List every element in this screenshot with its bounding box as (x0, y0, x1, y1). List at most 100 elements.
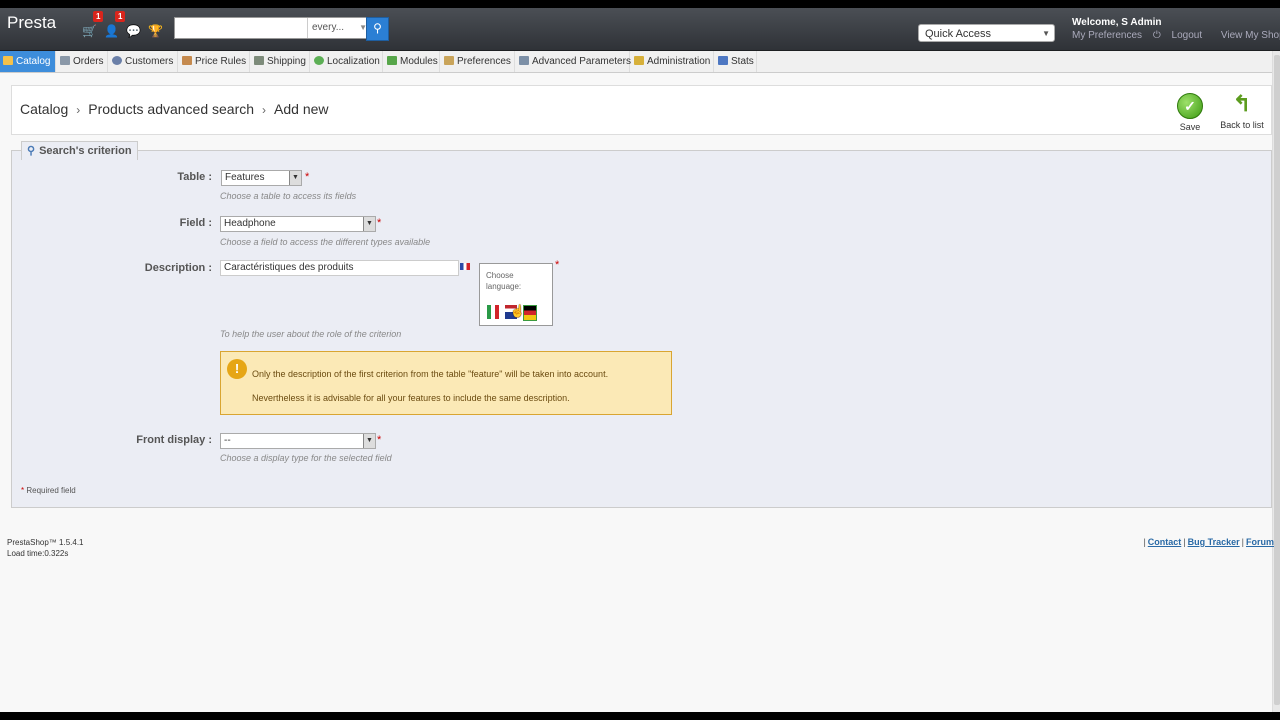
back-label: Back to list (1220, 120, 1264, 130)
trophy-icon[interactable]: 🏆 (148, 24, 163, 38)
description-hint: To help the user about the role of the c… (220, 329, 402, 339)
fieldset-legend: ⚲ Search's criterion (21, 141, 138, 160)
footer-version: PrestaShop™ 1.5.4.1 (7, 538, 84, 547)
messages-icon[interactable]: 💬 (126, 24, 141, 38)
header-links: My Preferences ⏻ Logout View My Shop (1072, 30, 1280, 41)
puzzle-icon (387, 56, 397, 65)
chevron-right-icon: › (76, 103, 81, 117)
search-icon: ⚲ (27, 145, 36, 157)
page-toolbar: Catalog › Products advanced search › Add new… (11, 85, 1272, 135)
german-flag-icon[interactable] (523, 305, 537, 321)
required-marker: * (21, 486, 25, 495)
italian-flag-icon[interactable] (487, 305, 499, 319)
tab-label: Modules (400, 56, 438, 67)
search-input[interactable] (175, 18, 309, 36)
customer-icon[interactable]: 👤 (104, 24, 119, 38)
cart-icon[interactable]: 🛒 (82, 24, 97, 38)
table-select-value: Features (225, 172, 265, 183)
welcome-text: Welcome, S Admin (1072, 17, 1161, 28)
footer-load-time: Load time:0.322s (7, 549, 69, 558)
welcome-prefix: Welcome, (1072, 17, 1122, 28)
tab-label: Administration (647, 56, 711, 67)
field-select[interactable]: Headphone ▼ (220, 216, 376, 232)
required-marker: * (555, 259, 560, 271)
main-nav: Catalog Orders Customers Price Rules Shi… (0, 51, 1272, 73)
chevron-down-icon: ▼ (363, 217, 375, 231)
tab-price-rules[interactable]: Price Rules (179, 51, 250, 72)
description-label: Description : (144, 262, 212, 274)
french-flag-icon[interactable] (460, 263, 470, 270)
hand-cursor-icon: ☝ (510, 304, 525, 318)
tab-shipping[interactable]: Shipping (251, 51, 310, 72)
required-marker: * (305, 171, 310, 183)
breadcrumb-products-advanced-search[interactable]: Products advanced search (88, 101, 254, 117)
description-value: Caractéristiques des produits (224, 262, 354, 273)
breadcrumb: Catalog › Products advanced search › Add new (20, 101, 329, 117)
warning-line2: Nevertheless it is advisable for all you… (252, 393, 570, 403)
required-marker: * (377, 217, 382, 229)
contact-link[interactable]: Contact (1148, 537, 1182, 547)
search-box: every... ▼ ⚲ (174, 17, 389, 41)
front-display-select[interactable]: -- ▼ (220, 433, 376, 449)
my-preferences-link[interactable]: My Preferences (1072, 30, 1142, 41)
header-bar: Presta 🛒 1 👤 1 💬 🏆 every... ▼ ⚲ Quick Ac… (0, 8, 1280, 51)
tab-modules[interactable]: Modules (384, 51, 440, 72)
wrench-icon (519, 56, 529, 65)
tab-advanced-parameters[interactable]: Advanced Parameters (516, 51, 631, 72)
search-scope-select[interactable]: every... ▼ (307, 18, 370, 38)
warning-line1: Only the description of the first criter… (252, 369, 609, 379)
front-display-label: Front display : (136, 434, 212, 446)
save-button[interactable]: ✓ Save (1175, 93, 1205, 132)
field-hint: Choose a field to access the different t… (220, 237, 431, 247)
warning-icon: ! (227, 359, 247, 379)
quick-access-label: Quick Access (925, 28, 992, 40)
bug-tracker-link[interactable]: Bug Tracker (1188, 537, 1240, 547)
required-note-text: Required field (26, 486, 76, 495)
field-label: Field : (179, 217, 212, 229)
language-popup-text: Choose language: (486, 270, 521, 292)
search-button[interactable]: ⚲ (366, 17, 389, 41)
power-icon: ⏻ (1152, 30, 1164, 41)
tab-administration[interactable]: Administration (631, 51, 714, 72)
key-icon (634, 56, 644, 65)
folder-icon (3, 56, 13, 65)
view-my-shop-link[interactable]: View My Shop (1221, 30, 1280, 41)
page-scrollbar[interactable] (1272, 51, 1280, 712)
front-display-value: -- (224, 435, 231, 446)
legend-text: Search's criterion (39, 145, 132, 157)
scrollbar-thumb[interactable] (1274, 55, 1280, 705)
chevron-right-icon: › (262, 103, 267, 117)
description-input[interactable]: Caractéristiques des produits (220, 260, 459, 276)
table-hint: Choose a table to access its fields (220, 191, 357, 201)
quick-access-select[interactable]: Quick Access ▼ (918, 24, 1055, 42)
tab-orders[interactable]: Orders (57, 51, 108, 72)
tab-preferences[interactable]: Preferences (441, 51, 515, 72)
logout-link[interactable]: ⏻ Logout (1153, 30, 1210, 41)
logo[interactable]: Presta (7, 13, 56, 33)
search-scope-value: every... (312, 22, 345, 33)
tab-customers[interactable]: Customers (109, 51, 178, 72)
search-icon: ⚲ (373, 21, 382, 35)
forum-link[interactable]: Forum (1246, 537, 1274, 547)
user-icon (112, 56, 122, 65)
tab-stats[interactable]: Stats (715, 51, 757, 72)
chevron-down-icon: ▼ (289, 171, 301, 185)
language-popup-line1: Choose (486, 271, 514, 280)
tab-label: Customers (125, 56, 174, 67)
logout-label: Logout (1171, 30, 1203, 41)
breadcrumb-catalog[interactable]: Catalog (20, 101, 68, 117)
back-to-list-button[interactable]: ↰ Back to list (1220, 93, 1264, 131)
tab-catalog[interactable]: Catalog (0, 51, 56, 72)
chevron-down-icon: ▼ (363, 434, 375, 448)
welcome-user: S Admin (1121, 17, 1162, 28)
tab-localization[interactable]: Localization (311, 51, 383, 72)
chevron-down-icon: ▼ (1042, 29, 1050, 38)
bottom-black-strip (0, 712, 1280, 720)
criterion-fieldset (11, 150, 1272, 508)
table-select[interactable]: Features ▼ (221, 170, 302, 186)
front-display-hint: Choose a display type for the selected f… (220, 453, 392, 463)
tab-label: Orders (73, 56, 104, 67)
language-popup: Choose language: ☝ (479, 263, 553, 326)
checkmark-icon: ✓ (1177, 93, 1203, 119)
orders-badge: 1 (93, 11, 104, 22)
